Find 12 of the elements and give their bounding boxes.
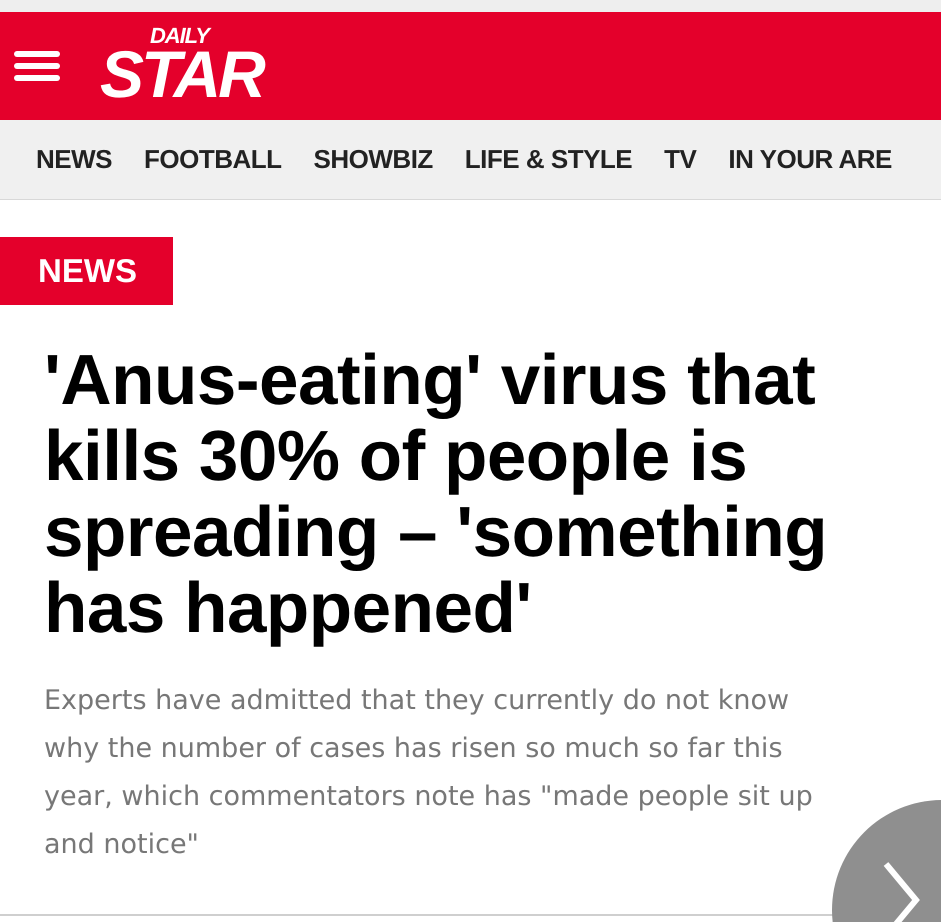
site-logo[interactable]: DAILY STAR: [100, 25, 281, 107]
nav-link[interactable]: SHOWBIZ: [314, 140, 433, 179]
article-summary: Experts have admitted that they currently do not know why the number of cases has risen so much so far this year, which commentators note has "made people sit up and notice": [43, 684, 814, 862]
nav-link[interactable]: LIFE & STYLE: [464, 140, 632, 179]
nav-link[interactable]: NEWS: [36, 140, 112, 179]
section-tag[interactable]: NEWS: [0, 237, 173, 305]
nav-link[interactable]: IN YOUR ARE: [728, 140, 892, 179]
headline: 'Anus-eating' virus that kills 30% of people is spreading – 'something has happened': [43, 343, 828, 647]
nav-link[interactable]: TV: [664, 140, 696, 179]
chevron-right-icon: [882, 860, 922, 922]
nav-link[interactable]: FOOTBALL: [144, 140, 282, 179]
menu-icon[interactable]: [14, 49, 60, 83]
